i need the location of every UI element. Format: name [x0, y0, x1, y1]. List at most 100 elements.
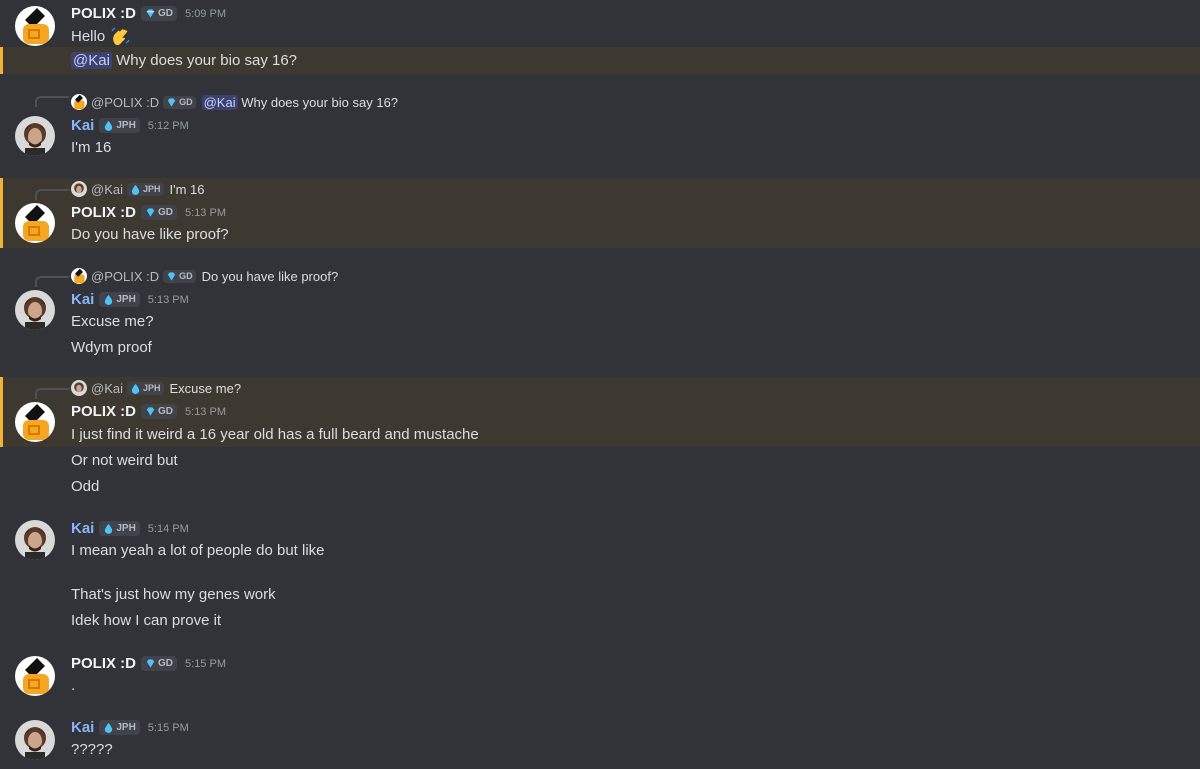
timestamp[interactable]: 5:15 PM [148, 722, 189, 734]
guild-tag[interactable]: JPH [99, 720, 140, 735]
reply-avatar [71, 268, 87, 284]
user-mention[interactable]: @Kai [201, 94, 238, 110]
timestamp[interactable]: 5:09 PM [185, 8, 226, 20]
reply-preview[interactable]: @Kai JPH Excuse me? [71, 380, 241, 396]
timestamp[interactable]: 5:14 PM [148, 523, 189, 535]
tag-label: JPH [116, 722, 136, 733]
reply-spine [35, 388, 69, 399]
reply-text: I'm 16 [169, 181, 205, 197]
avatar[interactable] [15, 402, 55, 442]
guild-tag: GD [163, 95, 196, 109]
guild-tag[interactable]: GD [141, 6, 178, 21]
tag-label: GD [158, 658, 174, 669]
message-text: I mean yeah a lot of people do but like [71, 542, 325, 559]
guild-tag: GD [163, 269, 196, 283]
message-text: I'm 16 [71, 139, 112, 156]
guild-tag: JPH [127, 381, 164, 395]
tag-label: JPH [116, 294, 136, 305]
guild-tag: JPH [127, 182, 164, 196]
reply-avatar [71, 181, 87, 197]
guild-tag[interactable]: GD [141, 205, 178, 220]
avatar[interactable] [15, 203, 55, 243]
tag-label: JPH [116, 120, 136, 131]
diamond-icon [146, 659, 155, 668]
water-drop-icon [105, 722, 113, 733]
timestamp[interactable]: 5:13 PM [148, 294, 189, 306]
chat-area: POLIX :D GD 5:09 PM Hello @Kai Why does … [0, 0, 1200, 769]
timestamp[interactable]: 5:15 PM [185, 658, 226, 670]
water-drop-icon [105, 294, 113, 305]
waving-hand-icon [111, 27, 130, 46]
username[interactable]: Kai [71, 719, 94, 736]
message-text: Or not weird but [71, 452, 178, 469]
reply-username[interactable]: @Kai [91, 182, 123, 197]
tag-label: JPH [116, 523, 136, 534]
avatar[interactable] [15, 290, 55, 330]
message-text: Wdym proof [71, 339, 152, 356]
timestamp[interactable]: 5:12 PM [148, 120, 189, 132]
diamond-icon [146, 9, 155, 18]
reply-avatar [71, 380, 87, 396]
reply-username[interactable]: @POLIX :D [91, 269, 159, 284]
guild-tag[interactable]: JPH [99, 521, 140, 536]
username[interactable]: POLIX :D [71, 403, 136, 420]
reply-text: Excuse me? [169, 380, 242, 396]
username[interactable]: POLIX :D [71, 655, 136, 672]
diamond-icon [167, 271, 176, 281]
user-mention[interactable]: @Kai [71, 52, 112, 69]
reply-username[interactable]: @Kai [91, 381, 123, 396]
reply-text: Do you have like proof? [201, 268, 339, 284]
tag-label: GD [179, 97, 193, 107]
message-text: That's just how my genes work [71, 586, 276, 603]
message-text: Hello [71, 26, 131, 48]
reply-spine [35, 96, 69, 107]
guild-tag[interactable]: JPH [99, 118, 140, 133]
diamond-icon [167, 97, 176, 107]
message-text: @Kai Why does your bio say 16? [71, 52, 297, 69]
tag-label: JPH [143, 383, 161, 393]
avatar[interactable] [15, 520, 55, 560]
message-text: Do you have like proof? [71, 226, 229, 243]
username[interactable]: Kai [71, 117, 94, 134]
reply-avatar [71, 94, 87, 110]
timestamp[interactable]: 5:13 PM [185, 406, 226, 418]
timestamp[interactable]: 5:13 PM [185, 207, 226, 219]
message-text: . [71, 677, 76, 694]
avatar[interactable] [15, 656, 55, 696]
reply-preview[interactable]: @Kai JPH I'm 16 [71, 181, 205, 197]
reply-line: Why does your bio say 16? [241, 94, 399, 110]
message-text: I just find it weird a 16 year old has a… [71, 426, 479, 443]
message-line: Hello [71, 27, 106, 45]
guild-tag[interactable]: GD [141, 656, 178, 671]
diamond-icon [146, 208, 155, 217]
username[interactable]: POLIX :D [71, 5, 136, 22]
tag-label: GD [158, 8, 174, 19]
water-drop-icon [131, 383, 140, 394]
avatar[interactable] [15, 6, 55, 46]
username[interactable]: Kai [71, 291, 94, 308]
avatar[interactable] [15, 116, 55, 156]
message-text: Excuse me? [71, 313, 154, 330]
water-drop-icon [105, 120, 113, 131]
reply-text: @Kai Why does your bio say 16? [201, 94, 399, 110]
reply-spine [35, 189, 69, 200]
reply-spine [35, 276, 69, 287]
username[interactable]: Kai [71, 520, 94, 537]
avatar[interactable] [15, 720, 55, 760]
water-drop-icon [131, 184, 140, 195]
message-text: ????? [71, 741, 113, 758]
water-drop-icon [105, 523, 113, 534]
guild-tag[interactable]: JPH [99, 292, 140, 307]
message-text: Idek how I can prove it [71, 612, 222, 629]
tag-label: GD [158, 207, 174, 218]
username[interactable]: POLIX :D [71, 204, 136, 221]
reply-preview[interactable]: @POLIX :D GD Do you have like proof? [71, 268, 338, 284]
reply-preview[interactable]: @POLIX :D GD @Kai Why does your bio say … [71, 94, 398, 110]
message-line: Why does your bio say 16? [116, 52, 298, 69]
guild-tag[interactable]: GD [141, 404, 178, 419]
diamond-icon [146, 407, 155, 416]
message-text: Odd [71, 478, 100, 495]
tag-label: GD [179, 271, 193, 281]
reply-username[interactable]: @POLIX :D [91, 95, 159, 110]
tag-label: GD [158, 406, 174, 417]
